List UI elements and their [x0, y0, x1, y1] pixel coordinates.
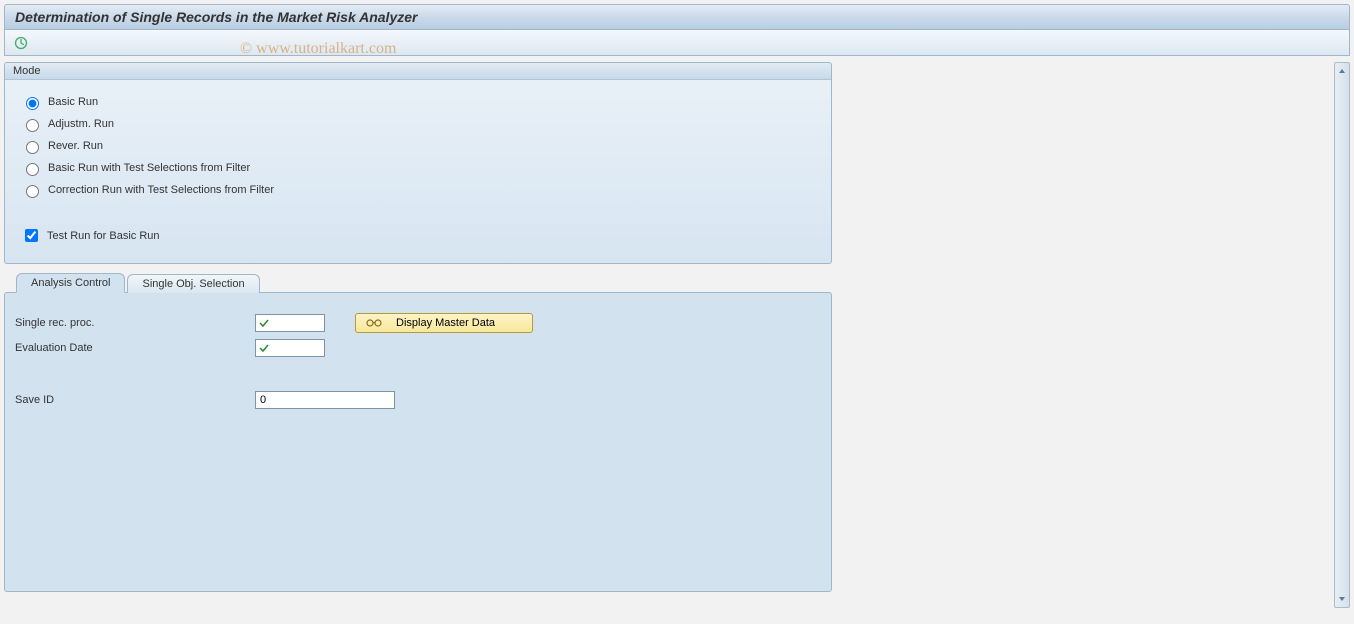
- label-evaluation-date: Evaluation Date: [15, 342, 255, 354]
- mode-group-title: Mode: [5, 63, 831, 80]
- scroll-up-icon[interactable]: [1336, 65, 1348, 77]
- radio-label: Basic Run with Test Selections from Filt…: [48, 162, 250, 174]
- form-row-save-id: Save ID: [15, 391, 821, 409]
- display-master-label: Display Master Data: [396, 317, 495, 329]
- radio-basic-run[interactable]: [26, 97, 39, 110]
- label-single-rec-proc: Single rec. proc.: [15, 317, 255, 329]
- radio-label: Adjustm. Run: [48, 118, 114, 130]
- content-area: Mode Basic Run Adjustm. Run Rever. Run B…: [4, 62, 1350, 610]
- radio-row-adjustm-run: Adjustm. Run: [21, 116, 815, 132]
- radio-row-correction-filter: Correction Run with Test Selections from…: [21, 182, 815, 198]
- checkmark-icon: [259, 343, 269, 353]
- radio-basic-filter[interactable]: [26, 163, 39, 176]
- radio-correction-filter[interactable]: [26, 185, 39, 198]
- checkbox-label: Test Run for Basic Run: [47, 230, 160, 242]
- glasses-icon: [366, 318, 382, 328]
- input-save-id[interactable]: [255, 391, 395, 409]
- radio-row-basic-filter: Basic Run with Test Selections from Filt…: [21, 160, 815, 176]
- app-toolbar: [4, 30, 1350, 56]
- title-bar: Determination of Single Records in the M…: [4, 4, 1350, 30]
- label-save-id: Save ID: [15, 394, 255, 406]
- mode-groupbox: Mode Basic Run Adjustm. Run Rever. Run B…: [4, 62, 832, 264]
- input-evaluation-date[interactable]: [255, 339, 325, 357]
- form-row-single-rec: Single rec. proc. Display Master Data: [15, 313, 821, 333]
- mode-group-body: Basic Run Adjustm. Run Rever. Run Basic …: [5, 80, 831, 263]
- radio-row-rever-run: Rever. Run: [21, 138, 815, 154]
- tab-analysis-control[interactable]: Analysis Control: [16, 273, 125, 293]
- tab-panel-analysis-control: Single rec. proc. Display Master Data: [4, 292, 832, 592]
- tab-container: Analysis Control Single Obj. Selection S…: [4, 272, 832, 592]
- radio-label: Rever. Run: [48, 140, 103, 152]
- execute-icon[interactable]: [13, 35, 29, 51]
- page-title: Determination of Single Records in the M…: [15, 9, 1339, 25]
- display-master-data-button[interactable]: Display Master Data: [355, 313, 533, 333]
- vertical-scrollbar[interactable]: [1334, 62, 1350, 608]
- radio-label: Basic Run: [48, 96, 98, 108]
- checkbox-test-run[interactable]: [25, 229, 38, 242]
- checkmark-icon: [259, 318, 269, 328]
- radio-label: Correction Run with Test Selections from…: [48, 184, 274, 196]
- form-row-evaluation-date: Evaluation Date: [15, 339, 821, 357]
- scroll-down-icon[interactable]: [1336, 593, 1348, 605]
- radio-rever-run[interactable]: [26, 141, 39, 154]
- tab-strip: Analysis Control Single Obj. Selection: [16, 272, 832, 292]
- tab-single-obj-selection[interactable]: Single Obj. Selection: [127, 274, 259, 293]
- check-row-test-run: Test Run for Basic Run: [21, 226, 815, 245]
- radio-adjustm-run[interactable]: [26, 119, 39, 132]
- input-single-rec-proc[interactable]: [255, 314, 325, 332]
- radio-row-basic-run: Basic Run: [21, 94, 815, 110]
